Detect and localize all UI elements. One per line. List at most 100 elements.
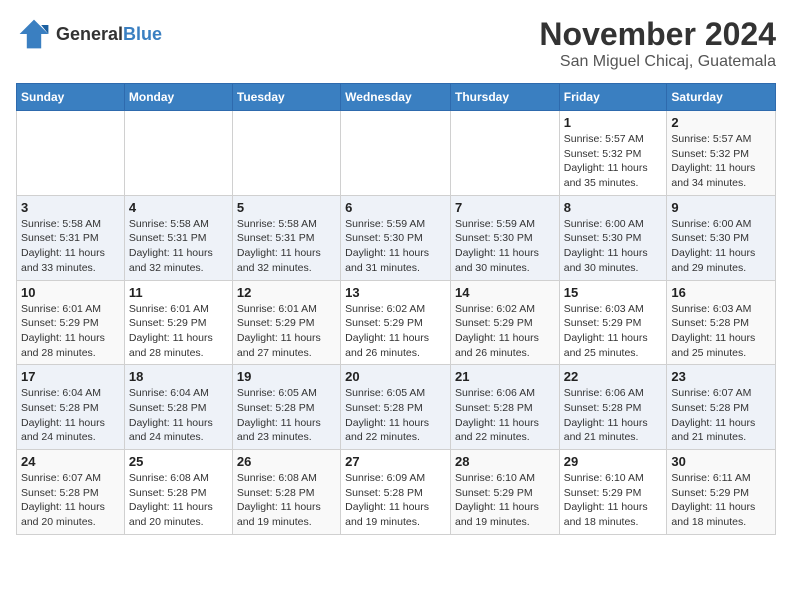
day-number: 18 <box>129 369 228 384</box>
table-row: 6 Sunrise: 5:59 AM Sunset: 5:30 PM Daylig… <box>341 195 451 280</box>
day-number: 9 <box>671 200 771 215</box>
table-row <box>232 111 340 196</box>
logo-blue: Blue <box>123 24 162 44</box>
col-saturday: Saturday <box>667 84 776 111</box>
day-number: 12 <box>237 285 336 300</box>
table-row: 8Sunrise: 6:00 AM Sunset: 5:30 PM Daylig… <box>559 195 667 280</box>
day-info: Sunrise: 6:00 AM Sunset: 5:30 PM Dayligh… <box>564 217 663 276</box>
calendar-week-row: 3 Sunrise: 5:58 AM Sunset: 5:31 PM Daylig… <box>17 195 776 280</box>
day-info: Sunrise: 6:06 AM Sunset: 5:28 PM Dayligh… <box>455 386 555 445</box>
day-info: Sunrise: 6:09 AM Sunset: 5:28 PM Dayligh… <box>345 471 446 530</box>
table-row: 28 Sunrise: 6:10 AM Sunset: 5:29 PM Dayli… <box>450 450 559 535</box>
table-row: 3 Sunrise: 5:58 AM Sunset: 5:31 PM Daylig… <box>17 195 125 280</box>
day-info: Sunrise: 6:03 AM Sunset: 5:28 PM Dayligh… <box>671 302 771 361</box>
table-row: 22 Sunrise: 6:06 AM Sunset: 5:28 PM Dayli… <box>559 365 667 450</box>
day-info: Sunrise: 6:07 AM Sunset: 5:28 PM Dayligh… <box>21 471 120 530</box>
day-number: 7 <box>455 200 555 215</box>
calendar-week-row: 24 Sunrise: 6:07 AM Sunset: 5:28 PM Dayli… <box>17 450 776 535</box>
table-row: 13 Sunrise: 6:02 AM Sunset: 5:29 PM Dayli… <box>341 280 451 365</box>
day-info: Sunrise: 6:10 AM Sunset: 5:29 PM Dayligh… <box>564 471 663 530</box>
day-number: 1 <box>564 115 663 130</box>
day-number: 13 <box>345 285 446 300</box>
col-thursday: Thursday <box>450 84 559 111</box>
day-number: 24 <box>21 454 120 469</box>
day-info: Sunrise: 6:01 AM Sunset: 5:29 PM Dayligh… <box>21 302 120 361</box>
table-row: 10 Sunrise: 6:01 AM Sunset: 5:29 PM Dayli… <box>17 280 125 365</box>
table-row: 15Sunrise: 6:03 AM Sunset: 5:29 PM Dayli… <box>559 280 667 365</box>
table-row: 14 Sunrise: 6:02 AM Sunset: 5:29 PM Dayli… <box>450 280 559 365</box>
calendar-week-row: 1 Sunrise: 5:57 AM Sunset: 5:32 PM Daylig… <box>17 111 776 196</box>
day-info: Sunrise: 6:04 AM Sunset: 5:28 PM Dayligh… <box>21 386 120 445</box>
table-row: 18 Sunrise: 6:04 AM Sunset: 5:28 PM Dayli… <box>124 365 232 450</box>
table-row: 24 Sunrise: 6:07 AM Sunset: 5:28 PM Dayli… <box>17 450 125 535</box>
month-title: November 2024 <box>539 16 776 53</box>
day-number: 25 <box>129 454 228 469</box>
day-info: Sunrise: 6:11 AM Sunset: 5:29 PM Dayligh… <box>671 471 771 530</box>
table-row: 16 Sunrise: 6:03 AM Sunset: 5:28 PM Dayli… <box>667 280 776 365</box>
day-info: Sunrise: 6:08 AM Sunset: 5:28 PM Dayligh… <box>237 471 336 530</box>
day-number: 20 <box>345 369 446 384</box>
table-row: 7 Sunrise: 5:59 AM Sunset: 5:30 PM Daylig… <box>450 195 559 280</box>
logo-general: General <box>56 24 123 44</box>
day-number: 21 <box>455 369 555 384</box>
day-number: 19 <box>237 369 336 384</box>
day-number: 6 <box>345 200 446 215</box>
table-row: 19 Sunrise: 6:05 AM Sunset: 5:28 PM Dayli… <box>232 365 340 450</box>
day-number: 16 <box>671 285 771 300</box>
table-row: 20Sunrise: 6:05 AM Sunset: 5:28 PM Dayli… <box>341 365 451 450</box>
day-info: Sunrise: 6:04 AM Sunset: 5:28 PM Dayligh… <box>129 386 228 445</box>
day-info: Sunrise: 6:10 AM Sunset: 5:29 PM Dayligh… <box>455 471 555 530</box>
table-row: 1 Sunrise: 5:57 AM Sunset: 5:32 PM Daylig… <box>559 111 667 196</box>
logo-icon <box>16 16 52 52</box>
day-info: Sunrise: 5:57 AM Sunset: 5:32 PM Dayligh… <box>564 132 663 191</box>
table-row: 23 Sunrise: 6:07 AM Sunset: 5:28 PM Dayli… <box>667 365 776 450</box>
location-title: San Miguel Chicaj, Guatemala <box>539 53 776 71</box>
table-row: 11Sunrise: 6:01 AM Sunset: 5:29 PM Dayli… <box>124 280 232 365</box>
day-number: 26 <box>237 454 336 469</box>
table-row: 12 Sunrise: 6:01 AM Sunset: 5:29 PM Dayli… <box>232 280 340 365</box>
col-monday: Monday <box>124 84 232 111</box>
table-row: 29Sunrise: 6:10 AM Sunset: 5:29 PM Dayli… <box>559 450 667 535</box>
col-sunday: Sunday <box>17 84 125 111</box>
table-row: 26 Sunrise: 6:08 AM Sunset: 5:28 PM Dayli… <box>232 450 340 535</box>
table-row: 27Sunrise: 6:09 AM Sunset: 5:28 PM Dayli… <box>341 450 451 535</box>
table-row: 17 Sunrise: 6:04 AM Sunset: 5:28 PM Dayli… <box>17 365 125 450</box>
day-info: Sunrise: 5:58 AM Sunset: 5:31 PM Dayligh… <box>129 217 228 276</box>
table-row <box>124 111 232 196</box>
day-number: 5 <box>237 200 336 215</box>
day-number: 3 <box>21 200 120 215</box>
col-friday: Friday <box>559 84 667 111</box>
day-info: Sunrise: 6:02 AM Sunset: 5:29 PM Dayligh… <box>345 302 446 361</box>
day-number: 28 <box>455 454 555 469</box>
day-number: 14 <box>455 285 555 300</box>
logo: GeneralBlue <box>16 16 162 52</box>
day-number: 30 <box>671 454 771 469</box>
table-row: 30 Sunrise: 6:11 AM Sunset: 5:29 PM Dayli… <box>667 450 776 535</box>
day-info: Sunrise: 6:08 AM Sunset: 5:28 PM Dayligh… <box>129 471 228 530</box>
calendar-table: Sunday Monday Tuesday Wednesday Thursday… <box>16 83 776 535</box>
day-info: Sunrise: 6:07 AM Sunset: 5:28 PM Dayligh… <box>671 386 771 445</box>
day-info: Sunrise: 6:05 AM Sunset: 5:28 PM Dayligh… <box>237 386 336 445</box>
day-number: 23 <box>671 369 771 384</box>
day-number: 15 <box>564 285 663 300</box>
day-number: 10 <box>21 285 120 300</box>
day-info: Sunrise: 6:06 AM Sunset: 5:28 PM Dayligh… <box>564 386 663 445</box>
page-header: GeneralBlue November 2024 San Miguel Chi… <box>16 16 776 71</box>
day-info: Sunrise: 5:58 AM Sunset: 5:31 PM Dayligh… <box>21 217 120 276</box>
day-number: 2 <box>671 115 771 130</box>
day-info: Sunrise: 6:01 AM Sunset: 5:29 PM Dayligh… <box>237 302 336 361</box>
day-info: Sunrise: 6:01 AM Sunset: 5:29 PM Dayligh… <box>129 302 228 361</box>
day-info: Sunrise: 6:00 AM Sunset: 5:30 PM Dayligh… <box>671 217 771 276</box>
calendar-header-row: Sunday Monday Tuesday Wednesday Thursday… <box>17 84 776 111</box>
col-tuesday: Tuesday <box>232 84 340 111</box>
day-info: Sunrise: 5:59 AM Sunset: 5:30 PM Dayligh… <box>345 217 446 276</box>
table-row: 5Sunrise: 5:58 AM Sunset: 5:31 PM Daylig… <box>232 195 340 280</box>
day-number: 17 <box>21 369 120 384</box>
day-number: 22 <box>564 369 663 384</box>
table-row: 21 Sunrise: 6:06 AM Sunset: 5:28 PM Dayli… <box>450 365 559 450</box>
day-info: Sunrise: 6:02 AM Sunset: 5:29 PM Dayligh… <box>455 302 555 361</box>
title-block: November 2024 San Miguel Chicaj, Guatema… <box>539 16 776 71</box>
day-info: Sunrise: 5:59 AM Sunset: 5:30 PM Dayligh… <box>455 217 555 276</box>
table-row <box>341 111 451 196</box>
calendar-week-row: 17 Sunrise: 6:04 AM Sunset: 5:28 PM Dayli… <box>17 365 776 450</box>
